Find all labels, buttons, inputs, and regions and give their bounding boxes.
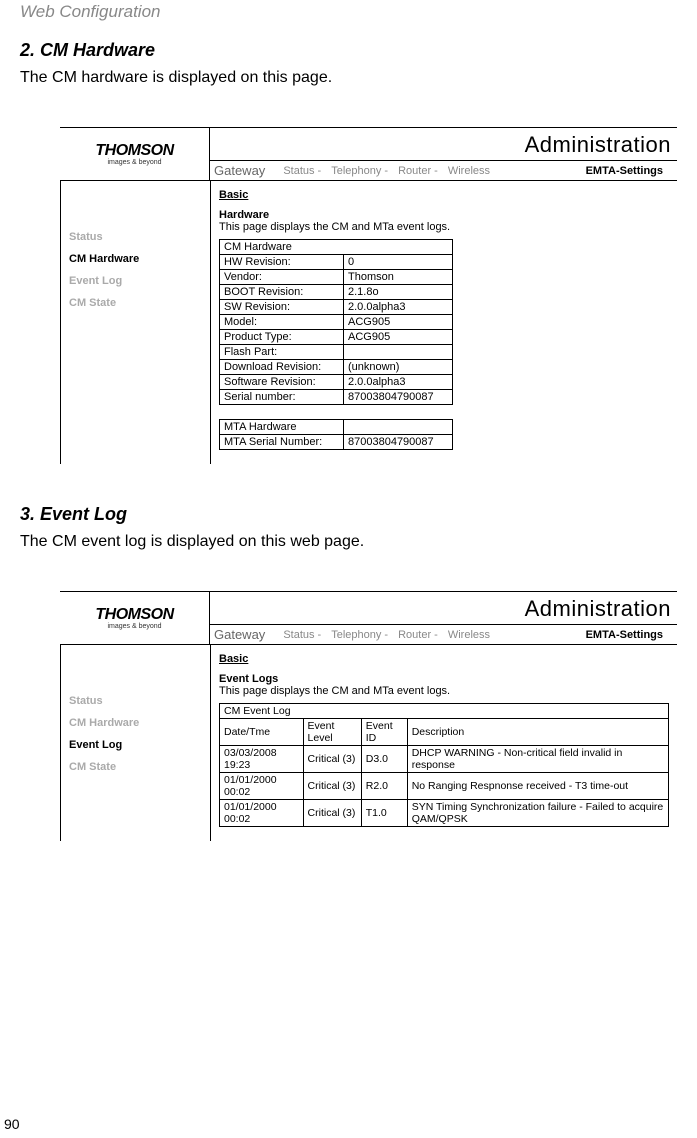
table-row: 2.0.0alpha3 [344,375,453,390]
table-row: Critical (3) [303,773,361,800]
table-row: D3.0 [361,746,407,773]
table-row: SYN Timing Synchronization failure - Fai… [407,800,668,827]
table-row: HW Revision: [220,255,344,270]
sidebar-item-cm-state[interactable]: CM State [69,761,202,773]
page-header: Web Configuration [20,2,677,22]
panel-desc: This page displays the CM and MTa event … [219,685,669,697]
nav-emta[interactable]: EMTA-Settings [586,165,663,177]
table-row: 87003804790087 [344,435,453,450]
table-row: Model: [220,315,344,330]
table-row: Download Revision: [220,360,344,375]
sidebar-item-status[interactable]: Status [69,695,202,707]
nav-status[interactable]: Status - [283,165,321,177]
sidebar-item-cm-state[interactable]: CM State [69,297,202,309]
sidebar: Status CM Hardware Event Log CM State [60,181,210,464]
nav-wireless[interactable]: Wireless [448,165,490,177]
admin-title: Administration [210,592,677,625]
table-row: Thomson [344,270,453,285]
nav-router[interactable]: Router - [398,629,438,641]
table-row: 01/01/2000 00:02 [220,773,304,800]
table-row: R2.0 [361,773,407,800]
content-area: Basic Hardware This page displays the CM… [210,181,677,464]
table-row: Serial number: [220,390,344,405]
logo: THOMSON images & beyond [60,128,210,180]
col-date: Date/Tme [220,719,304,746]
sidebar-item-cm-hardware[interactable]: CM Hardware [69,253,202,265]
logo: THOMSON images & beyond [60,592,210,644]
table-row: 2.1.8o [344,285,453,300]
col-event-level: Event Level [303,719,361,746]
sidebar: Status CM Hardware Event Log CM State [60,645,210,841]
table-row: 01/01/2000 00:02 [220,800,304,827]
basic-label: Basic [219,653,669,665]
admin-title: Administration [210,128,677,161]
nav-row: Gateway Status - Telephony - Router - Wi… [210,625,677,644]
cm-hw-header: CM Hardware [220,240,453,255]
table-row [344,345,453,360]
nav-status[interactable]: Status - [283,629,321,641]
section3-text: The CM event log is displayed on this we… [20,533,677,551]
table-row: Critical (3) [303,800,361,827]
panel-desc: This page displays the CM and MTa event … [219,221,669,233]
ev-table-header: CM Event Log [220,704,669,719]
table-row: Critical (3) [303,746,361,773]
table-row: Product Type: [220,330,344,345]
eventlog-panel: THOMSON images & beyond Administration G… [60,591,677,841]
logo-sub: images & beyond [107,159,161,166]
nav-telephony[interactable]: Telephony - [331,629,388,641]
col-event-id: Event ID [361,719,407,746]
panel-title: Event Logs [219,673,669,685]
table-row: BOOT Revision: [220,285,344,300]
table-row: MTA Serial Number: [220,435,344,450]
table-row: T1.0 [361,800,407,827]
panel-title: Hardware [219,209,669,221]
table-row: ACG905 [344,330,453,345]
section2-text: The CM hardware is displayed on this pag… [20,69,677,87]
nav-wireless[interactable]: Wireless [448,629,490,641]
page-number: 90 [4,1116,20,1132]
logo-main: THOMSON [95,606,173,624]
mta-hw-header: MTA Hardware [220,420,344,435]
col-description: Description [407,719,668,746]
cm-eventlog-table: CM Event Log Date/Tme Event Level Event … [219,703,669,827]
nav-row: Gateway Status - Telephony - Router - Wi… [210,161,677,180]
content-area: Basic Event Logs This page displays the … [210,645,677,841]
section2-heading: 2. CM Hardware [20,40,677,61]
nav-gateway[interactable]: Gateway [214,163,265,178]
logo-main: THOMSON [95,142,173,160]
table-row: Flash Part: [220,345,344,360]
nav-gateway[interactable]: Gateway [214,627,265,642]
table-row: SW Revision: [220,300,344,315]
table-row: No Ranging Respnonse received - T3 time-… [407,773,668,800]
table-row: 87003804790087 [344,390,453,405]
logo-sub: images & beyond [107,623,161,630]
nav-telephony[interactable]: Telephony - [331,165,388,177]
table-row: Vendor: [220,270,344,285]
mta-hardware-table: MTA Hardware MTA Serial Number:870038047… [219,419,453,450]
sidebar-item-status[interactable]: Status [69,231,202,243]
table-row: 0 [344,255,453,270]
sidebar-item-event-log[interactable]: Event Log [69,739,202,751]
cm-hardware-table: CM Hardware HW Revision:0 Vendor:Thomson… [219,239,453,405]
table-row [344,420,453,435]
hardware-panel: THOMSON images & beyond Administration G… [60,127,677,464]
table-row: DHCP WARNING - Non-critical field invali… [407,746,668,773]
sidebar-item-event-log[interactable]: Event Log [69,275,202,287]
table-row: 2.0.0alpha3 [344,300,453,315]
sidebar-item-cm-hardware[interactable]: CM Hardware [69,717,202,729]
nav-emta[interactable]: EMTA-Settings [586,629,663,641]
nav-router[interactable]: Router - [398,165,438,177]
table-row: (unknown) [344,360,453,375]
section3-heading: 3. Event Log [20,504,677,525]
table-row: ACG905 [344,315,453,330]
table-row: Software Revision: [220,375,344,390]
basic-label: Basic [219,189,669,201]
table-row: 03/03/2008 19:23 [220,746,304,773]
